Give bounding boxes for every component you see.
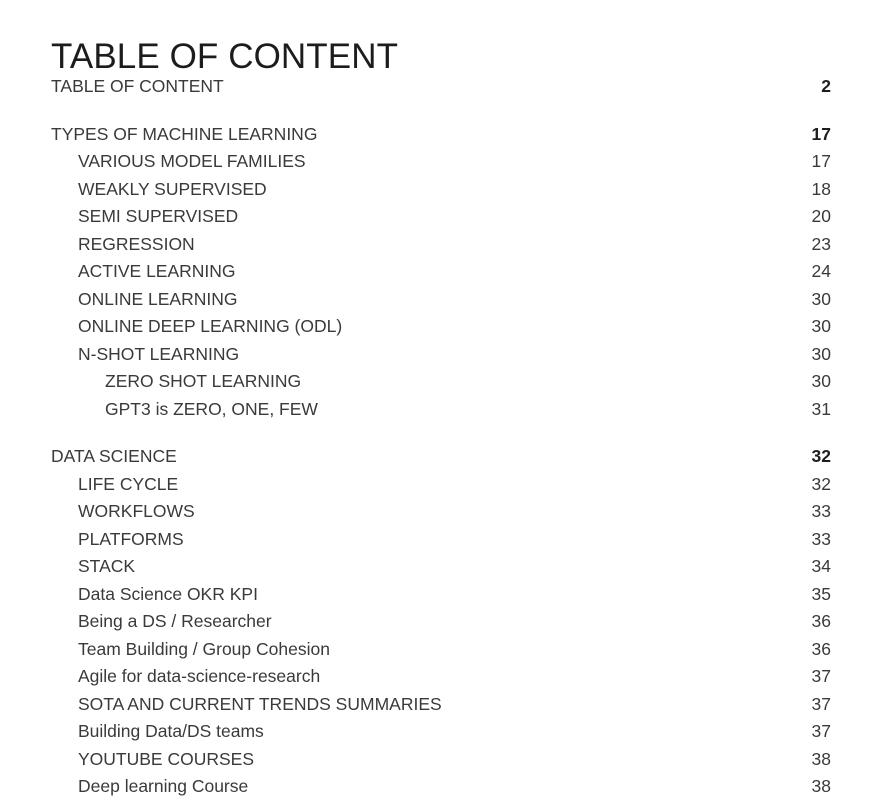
toc-entry-page-number: 30	[811, 343, 831, 364]
toc-entry[interactable]: ONLINE LEARNING 30	[0, 286, 873, 314]
toc-entry[interactable]: Agile for data-science-research 37	[0, 663, 873, 691]
toc-entry[interactable]: WORKFLOWS 33	[0, 498, 873, 526]
toc-entry-label: ONLINE DEEP LEARNING (ODL)	[78, 316, 343, 336]
toc-entry[interactable]: DATA SCIENCE 32	[0, 443, 873, 471]
toc-entry[interactable]: LIFE CYCLE 32	[0, 471, 873, 499]
toc-entry-label: Deep learning Course	[78, 776, 249, 796]
toc-entry-page-number: 24	[811, 261, 831, 281]
toc-entry-page-number: 30	[811, 288, 831, 309]
toc-entry-page-number: 23	[811, 233, 831, 254]
toc-entry-page-number: 2	[821, 76, 831, 96]
toc-entry-label: TYPES OF MACHINE LEARNING	[51, 123, 318, 144]
toc-entry[interactable]: SOTA AND CURRENT TRENDS SUMMARIES 37	[0, 691, 873, 719]
toc-entry-page-number: 32	[811, 446, 831, 466]
toc-entry[interactable]: Data Science OKR KPI 35	[0, 581, 873, 609]
toc-entry-page-number: 17	[811, 123, 831, 144]
toc-entry-page-number: 35	[811, 583, 831, 604]
toc-entry-label: ZERO SHOT LEARNING	[105, 371, 302, 391]
toc-entry-label: SEMI SUPERVISED	[78, 206, 239, 226]
toc-entry[interactable]: YOUTUBE COURSES 38	[0, 746, 873, 774]
document-page: TABLE OF CONTENT TABLE OF CONTENT 2 TYPES …	[0, 0, 873, 796]
toc-entry[interactable]: TABLE OF CONTENT 2	[0, 73, 873, 101]
toc-entry[interactable]: ONLINE DEEP LEARNING (ODL) 30	[0, 313, 873, 341]
toc-entry[interactable]: WEAKLY SUPERVISED 18	[0, 176, 873, 204]
toc-entry-page-number: 37	[811, 721, 831, 741]
toc-entry[interactable]: STACK 34	[0, 553, 873, 581]
toc-entry-page-number: 33	[811, 501, 831, 521]
toc-entry[interactable]: ZERO SHOT LEARNING 30	[0, 368, 873, 396]
toc-entry-label: WORKFLOWS	[78, 501, 195, 521]
toc-entry-page-number: 33	[811, 528, 831, 549]
toc-entry-page-number: 34	[811, 556, 831, 576]
toc-entry[interactable]: ACTIVE LEARNING 24	[0, 258, 873, 286]
toc-entry-label: Team Building / Group Cohesion	[78, 638, 330, 659]
toc-entry-page-number: 18	[811, 178, 831, 199]
toc-entry-label: REGRESSION	[78, 233, 195, 254]
toc-entry-page-number: 30	[811, 316, 831, 336]
toc-entry-page-number: 17	[811, 151, 831, 171]
toc-entry[interactable]: PLATFORMS 33	[0, 526, 873, 554]
toc-entry-label: GPT3 is ZERO, ONE, FEW	[105, 398, 318, 419]
toc-entry[interactable]: GPT3 is ZERO, ONE, FEW 31	[0, 396, 873, 424]
toc-entry-page-number: 20	[811, 206, 831, 226]
toc-entry-label: TABLE OF CONTENT	[51, 76, 224, 96]
toc-entry-page-number: 38	[811, 748, 831, 769]
toc-entry[interactable]: Team Building / Group Cohesion 36	[0, 636, 873, 664]
toc-entry-label: Data Science OKR KPI	[78, 583, 258, 604]
toc-entry[interactable]: Building Data/DS teams 37	[0, 718, 873, 746]
toc-entry-page-number: 38	[811, 776, 831, 796]
table-of-contents: TABLE OF CONTENT 2 TYPES OF MACHINE LEARNI…	[0, 73, 873, 801]
toc-entry-label: VARIOUS MODEL FAMILIES	[78, 151, 306, 171]
toc-entry-label: SOTA AND CURRENT TRENDS SUMMARIES	[78, 693, 442, 714]
toc-entry[interactable]: SEMI SUPERVISED 20	[0, 203, 873, 231]
toc-entry-label: PLATFORMS	[78, 528, 184, 549]
toc-entry-label: STACK	[78, 556, 136, 576]
toc-entry[interactable]: Being a DS / Researcher 36	[0, 608, 873, 636]
toc-entry[interactable]: VARIOUS MODEL FAMILIES 17	[0, 148, 873, 176]
toc-entry-label: ONLINE LEARNING	[78, 288, 238, 309]
toc-entry[interactable]: TYPES OF MACHINE LEARNING 17	[0, 121, 873, 149]
toc-entry-label: YOUTUBE COURSES	[78, 748, 254, 769]
toc-entry-label: ACTIVE LEARNING	[78, 261, 236, 281]
toc-entry[interactable]: N-SHOT LEARNING 30	[0, 341, 873, 369]
toc-entry-page-number: 30	[811, 371, 831, 391]
toc-entry-page-number: 36	[811, 611, 831, 631]
toc-entry-page-number: 31	[811, 398, 831, 419]
toc-entry-label: LIFE CYCLE	[78, 473, 179, 494]
toc-entry-label: Building Data/DS teams	[78, 721, 264, 741]
toc-entry-page-number: 37	[811, 666, 831, 686]
toc-entry-label: DATA SCIENCE	[51, 446, 177, 466]
toc-entry-label: Being a DS / Researcher	[78, 611, 272, 631]
toc-entry[interactable]: REGRESSION 23	[0, 231, 873, 259]
toc-entry[interactable]: Deep learning Course 38	[0, 773, 873, 801]
toc-entry-page-number: 36	[811, 638, 831, 659]
toc-entry-page-number: 37	[811, 693, 831, 714]
toc-entry-label: WEAKLY SUPERVISED	[78, 178, 267, 199]
toc-entry-page-number: 32	[811, 473, 831, 494]
toc-entry-label: Agile for data-science-research	[78, 666, 321, 686]
toc-entry-label: N-SHOT LEARNING	[78, 343, 240, 364]
